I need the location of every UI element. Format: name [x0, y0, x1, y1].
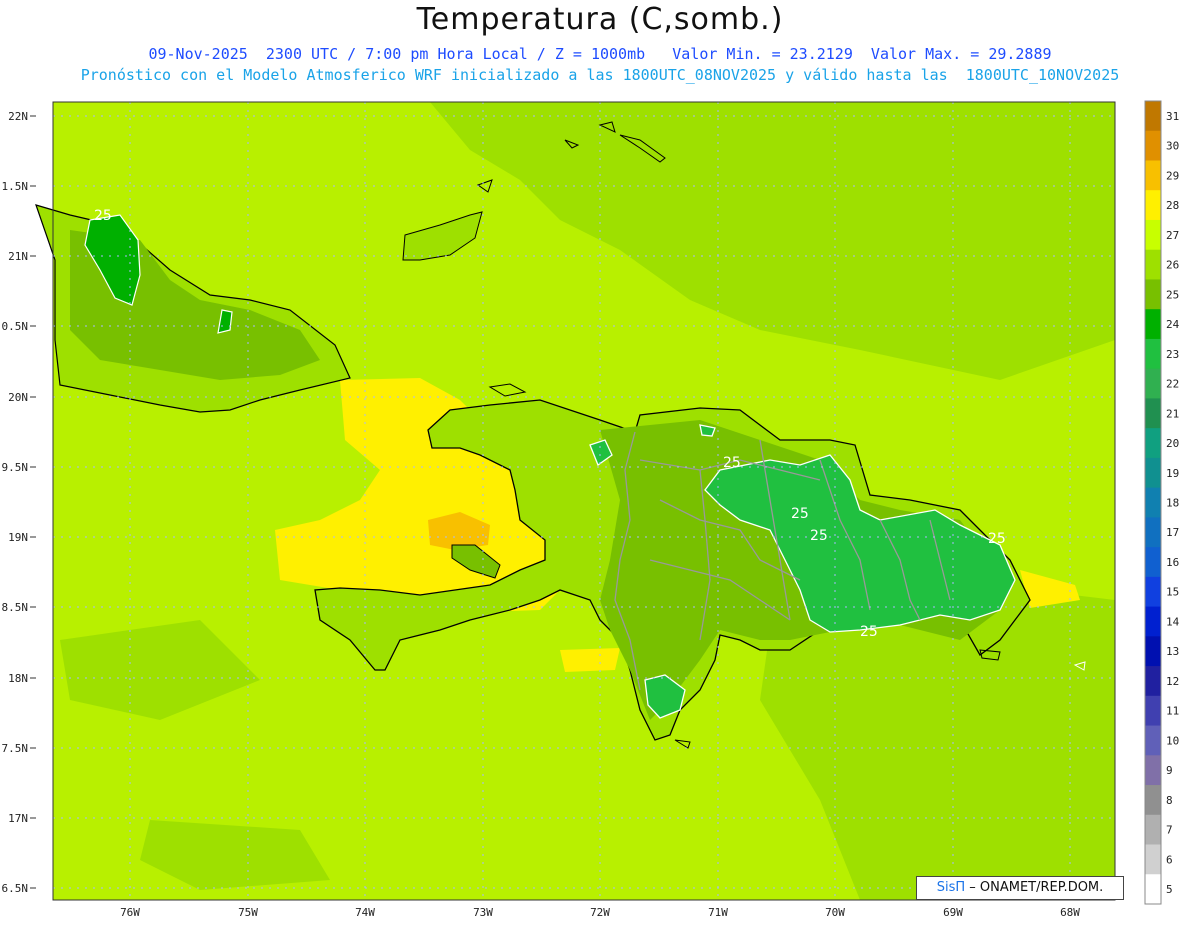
credit-sis: SisΠ: [936, 880, 966, 895]
colorbar-label: 14: [1166, 615, 1180, 628]
colorbar-swatch: [1145, 785, 1161, 816]
contour-label: 25: [94, 208, 112, 224]
colorbar-label: 19: [1166, 467, 1179, 480]
lon-label: 69W: [943, 906, 963, 919]
lon-label: 73W: [473, 906, 493, 919]
colorbar-label: 22: [1166, 378, 1179, 391]
lon-label: 75W: [238, 906, 258, 919]
colorbar-swatch: [1145, 636, 1161, 667]
lat-label: 18N: [8, 672, 28, 685]
contour-label: 25: [723, 455, 741, 471]
colorbar-label: 8: [1166, 794, 1173, 807]
contour-label: 25: [988, 531, 1006, 547]
colorbar-swatch: [1145, 428, 1161, 459]
colorbar-label: 25: [1166, 288, 1179, 301]
colorbar-swatch: [1145, 368, 1161, 399]
colorbar-label: 18: [1166, 497, 1179, 510]
colorbar-label: 28: [1166, 199, 1179, 212]
colorbar-label: 7: [1166, 824, 1173, 837]
colorbar-swatch: [1145, 398, 1161, 429]
lat-label: 1.5N: [2, 180, 29, 193]
colorbar-label: 23: [1166, 348, 1179, 361]
colorbar-swatch: [1145, 160, 1161, 191]
colorbar-labels: 31 30 29 28 27 26 25 24 23 22 21 20 19 18 17 16 15 14 13 12…: [1166, 110, 1180, 896]
colorbar-label: 24: [1166, 318, 1180, 331]
credit-text: – ONAMET/REP.DOM.: [969, 880, 1104, 895]
colorbar-swatch: [1145, 755, 1161, 786]
colorbar-swatch: [1145, 219, 1161, 251]
lat-label: 21N: [8, 250, 28, 263]
colorbar-swatch: [1145, 190, 1161, 221]
lon-label: 71W: [708, 906, 728, 919]
contour-label: 25: [810, 528, 828, 544]
colorbar-label: 10: [1166, 734, 1179, 747]
colorbar-swatch: [1145, 874, 1161, 905]
colorbar-swatch: [1145, 814, 1161, 846]
colorbar-label: 13: [1166, 645, 1179, 658]
colorbar-label: 20: [1166, 437, 1179, 450]
lon-labels: 76W 75W 74W 73W 72W 71W 70W 69W 68W: [120, 906, 1080, 919]
colorbar-label: 31: [1166, 110, 1179, 123]
credit-box: SisΠ – ONAMET/REP.DOM.: [916, 876, 1124, 900]
colorbar-swatch: [1145, 279, 1161, 310]
colorbar-swatch: [1145, 487, 1161, 518]
colorbar-label: 26: [1166, 259, 1179, 272]
contour-label: 25: [860, 624, 878, 640]
colorbar-swatch: [1145, 309, 1161, 340]
colorbar-swatch: [1145, 338, 1161, 370]
lon-label: 74W: [355, 906, 375, 919]
lat-label: 22N: [8, 110, 28, 123]
colorbar-swatch: [1145, 695, 1161, 727]
colorbar-swatch: [1145, 249, 1161, 280]
colorbar-label: 9: [1166, 764, 1173, 777]
colorbar: [1144, 100, 1162, 905]
colorbar-label: 11: [1166, 705, 1179, 718]
colorbar-label: 27: [1166, 229, 1179, 242]
colorbar-label: 12: [1166, 675, 1179, 688]
lat-label: 7.5N: [2, 742, 29, 755]
colorbar-label: 21: [1166, 407, 1179, 420]
lon-label: 76W: [120, 906, 140, 919]
colorbar-label: 17: [1166, 526, 1179, 539]
colorbar-label: 16: [1166, 556, 1179, 569]
colorbar-swatch: [1145, 606, 1161, 637]
colorbar-swatch: [1145, 457, 1161, 489]
colorbar-swatch: [1145, 101, 1161, 132]
colorbar-swatch: [1145, 576, 1161, 608]
lat-label: 0.5N: [2, 320, 29, 333]
lat-label: 20N: [8, 391, 28, 404]
contour-label: 25: [791, 506, 809, 522]
lat-labels: 22N 1.5N 21N 0.5N 20N 9.5N 19N 8.5N 18N …: [2, 110, 29, 895]
lon-label: 68W: [1060, 906, 1080, 919]
lat-label: 9.5N: [2, 461, 29, 474]
lon-label: 72W: [590, 906, 610, 919]
lat-label: 6.5N: [2, 882, 29, 895]
lat-label: 19N: [8, 531, 28, 544]
colorbar-swatch: [1145, 130, 1161, 161]
colorbar-swatch: [1145, 666, 1161, 697]
colorbar-swatch: [1145, 725, 1161, 756]
lon-label: 70W: [825, 906, 845, 919]
colorbar-swatch: [1145, 547, 1161, 578]
temperature-map: 25 25 25 25 25 25 22N 1.5N 21N 0.5N 20N …: [2, 100, 1180, 919]
colorbar-label: 15: [1166, 586, 1179, 599]
colorbar-label: 5: [1166, 883, 1173, 896]
colorbar-label: 6: [1166, 853, 1173, 866]
colorbar-label: 29: [1166, 169, 1179, 182]
colorbar-label: 30: [1166, 140, 1179, 153]
lat-label: 8.5N: [2, 601, 29, 614]
warm-south-28: [560, 648, 620, 672]
colorbar-swatch: [1145, 517, 1161, 548]
lat-label: 17N: [8, 812, 28, 825]
colorbar-swatch: [1145, 844, 1161, 875]
